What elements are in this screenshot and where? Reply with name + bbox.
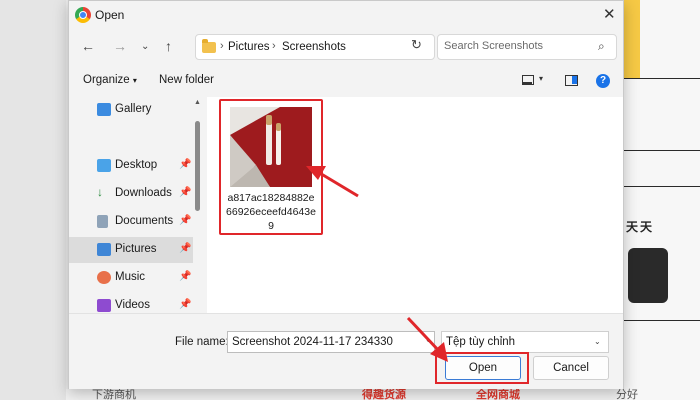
sidebar-item-label: Downloads: [115, 187, 172, 199]
cancel-button[interactable]: Cancel: [533, 356, 609, 380]
pictures-icon: [97, 243, 111, 256]
background-cjk-text: 天: [626, 220, 639, 234]
dialog-title: Open: [95, 8, 125, 22]
file-name-field[interactable]: [227, 331, 435, 353]
close-icon[interactable]: ✕: [603, 5, 616, 23]
navigation-bar: ← → ⌄ ↑ › Pictures › Screenshots ⌄ ↻ ⌕: [69, 31, 623, 63]
help-icon[interactable]: ?: [596, 74, 610, 88]
file-type-value: Tệp tùy chỉnh: [446, 336, 516, 348]
sidebar-scrollbar-thumb[interactable]: [195, 121, 200, 211]
music-icon: [97, 271, 111, 284]
recent-locations-chevron-icon[interactable]: ⌄: [141, 41, 149, 52]
organize-label: Organize: [83, 74, 130, 86]
background-yellow-bar: [624, 0, 640, 78]
image-thumbnail: [230, 107, 312, 187]
documents-icon: [97, 215, 108, 228]
sidebar-item-downloads[interactable]: ↓ Downloads 📌: [69, 181, 193, 207]
pin-icon: 📌: [179, 243, 192, 254]
thumbnail-image: [230, 107, 312, 187]
navigation-pane: Gallery Desktop 📌 ↓ Downloads 📌 Document…: [69, 97, 205, 313]
back-arrow-icon[interactable]: ←: [81, 38, 95, 54]
sidebar-item-documents[interactable]: Documents 📌: [69, 209, 193, 235]
forward-arrow-icon[interactable]: →: [113, 38, 127, 54]
chrome-icon: [75, 7, 91, 23]
breadcrumb-screenshots[interactable]: Screenshots: [282, 41, 346, 53]
background-cjk-text: 天: [640, 220, 653, 234]
pin-icon: 📌: [179, 271, 192, 282]
background-dark-block: [628, 248, 668, 303]
pin-icon: 📌: [179, 299, 192, 310]
pin-icon: 📌: [179, 215, 192, 226]
sidebar-item-pictures[interactable]: Pictures 📌: [69, 237, 193, 263]
downloads-icon: ↓: [97, 185, 103, 199]
sidebar-item-label: Gallery: [115, 103, 152, 115]
sidebar-item-label: Music: [115, 271, 146, 283]
command-bar: Organize ▾ New folder ▾ ?: [69, 67, 623, 95]
file-list: a817ac18284882e66926eceefd4643e9: [207, 97, 623, 313]
dialog-footer: File name: ⌄ Tệp tùy chỉnh ⌄ Open Cancel: [69, 313, 623, 389]
breadcrumb-separator-icon: ›: [220, 40, 224, 52]
file-type-select[interactable]: Tệp tùy chỉnh ⌄: [441, 331, 609, 353]
file-item[interactable]: a817ac18284882e66926eceefd4643e9: [219, 99, 323, 235]
organize-button[interactable]: Organize ▾: [83, 74, 137, 86]
open-button[interactable]: Open: [445, 356, 521, 380]
sidebar-item-gallery[interactable]: Gallery: [69, 97, 193, 123]
sidebar-item-label: Documents: [115, 215, 174, 227]
pin-icon: 📌: [179, 159, 192, 170]
view-options-chevron-icon[interactable]: ▾: [539, 74, 543, 83]
open-file-dialog: Open ✕ ← → ⌄ ↑ › Pictures › Screenshots …: [68, 0, 624, 389]
sidebar-item-label: Desktop: [115, 159, 158, 171]
folder-icon: [202, 39, 216, 53]
file-name-label: a817ac18284882e66926eceefd4643e9: [226, 192, 316, 232]
refresh-icon[interactable]: ↻: [411, 37, 422, 53]
background-bottom-bar: [66, 389, 626, 400]
search-input[interactable]: [444, 40, 594, 52]
sidebar-item-label: Videos: [115, 299, 150, 311]
background-divider: [624, 320, 700, 321]
up-arrow-icon[interactable]: ↑: [165, 38, 172, 54]
breadcrumb-pictures[interactable]: Pictures: [228, 41, 270, 53]
new-folder-button[interactable]: New folder: [159, 74, 214, 86]
sidebar-item-label: Pictures: [115, 243, 157, 255]
breadcrumb-separator-icon: ›: [272, 40, 276, 52]
gallery-icon: [97, 103, 111, 116]
sidebar-item-desktop[interactable]: Desktop 📌: [69, 153, 193, 179]
background-left-panel: [0, 0, 66, 400]
background-right-panel: [624, 0, 700, 400]
search-icon[interactable]: ⌕: [598, 39, 605, 54]
background-divider: [624, 186, 700, 187]
file-name-label: File name:: [175, 336, 229, 348]
videos-icon: [97, 299, 111, 312]
sidebar-item-music[interactable]: Music 📌: [69, 265, 193, 291]
sidebar-item-videos[interactable]: Videos 📌: [69, 293, 193, 313]
chevron-down-icon: ⌄: [594, 337, 601, 346]
background-divider: [624, 78, 700, 79]
address-bar[interactable]: › Pictures › Screenshots ⌄: [195, 34, 456, 60]
file-name-dropdown-chevron-icon[interactable]: ⌄: [425, 335, 432, 344]
desktop-icon: [97, 159, 111, 172]
pin-icon: 📌: [179, 187, 192, 198]
view-options-icon[interactable]: [522, 75, 534, 85]
background-divider: [624, 150, 700, 151]
search-box: ⌕: [437, 34, 617, 60]
organize-chevron-icon: ▾: [132, 76, 137, 85]
preview-pane-icon[interactable]: [565, 75, 578, 86]
title-bar: Open ✕: [69, 1, 623, 29]
scroll-up-arrow-icon[interactable]: ▲: [194, 99, 201, 106]
